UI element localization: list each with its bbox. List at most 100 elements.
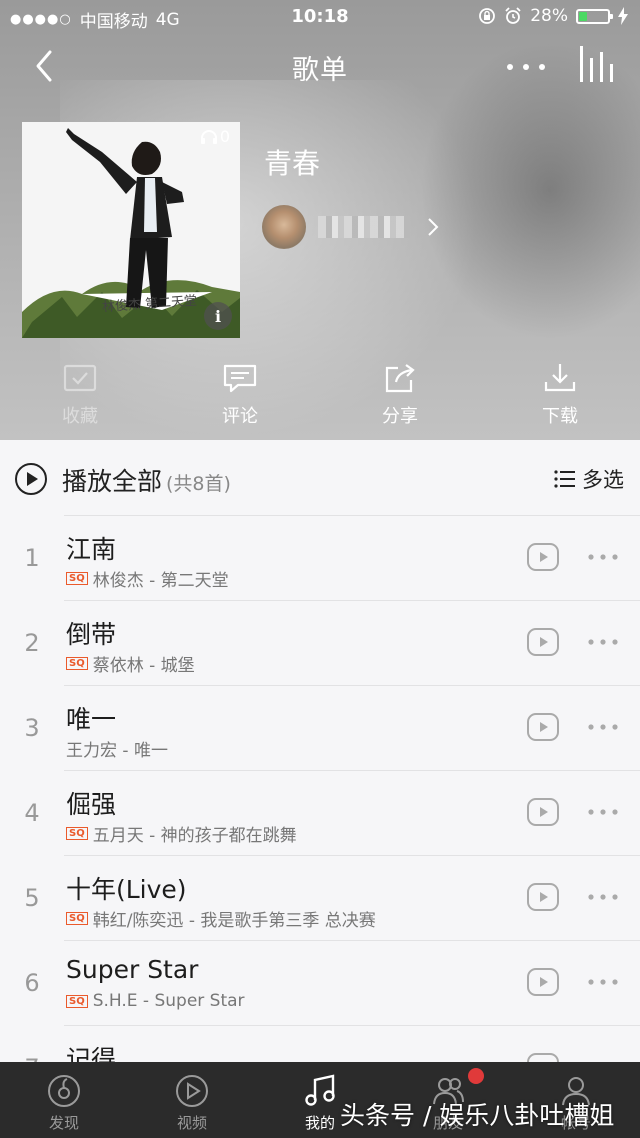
comment-button[interactable]: 评论 xyxy=(180,360,300,436)
more-icon[interactable] xyxy=(586,722,620,732)
song-row[interactable]: 2 倒带 SQ 蔡依林 - 城堡 xyxy=(0,601,640,686)
download-icon xyxy=(544,364,576,392)
sq-badge: SQ xyxy=(66,912,88,925)
song-row[interactable]: 6 Super Star SQ S.H.E - Super Star xyxy=(0,941,640,1026)
song-index: 4 xyxy=(24,799,40,827)
video-play-icon[interactable] xyxy=(527,968,559,996)
play-all-bar: 播放全部 (共8首) 多选 xyxy=(0,440,640,516)
share-label: 分享 xyxy=(382,406,418,427)
song-row[interactable]: 1 江南 SQ 林俊杰 - 第二天堂 xyxy=(0,516,640,601)
more-icon[interactable] xyxy=(586,552,620,562)
song-index: 3 xyxy=(24,714,40,742)
tab-label: 视频 xyxy=(176,1114,207,1132)
comment-label: 评论 xyxy=(222,406,258,427)
playlist-name: 青春 xyxy=(264,147,321,180)
info-icon[interactable]: i xyxy=(204,302,232,330)
song-subtitle: 王力宏 - 唯一 xyxy=(66,736,168,761)
song-artist-album: 林俊杰 - 第二天堂 xyxy=(92,571,229,591)
sq-badge: SQ xyxy=(66,572,88,585)
share-button[interactable]: 分享 xyxy=(340,360,460,436)
multi-select-button[interactable]: 多选 xyxy=(554,464,624,494)
video-play-icon[interactable] xyxy=(527,798,559,826)
song-subtitle: SQ 五月天 - 神的孩子都在跳舞 xyxy=(66,821,297,846)
song-row[interactable]: 7 记得 xyxy=(0,1026,640,1062)
song-list: 1 江南 SQ 林俊杰 - 第二天堂 2 倒带 SQ 蔡依林 - 城堡 3 唯一 王… xyxy=(0,516,640,1062)
more-icon[interactable] xyxy=(586,637,620,647)
song-row[interactable]: 4 倔强 SQ 五月天 - 神的孩子都在跳舞 xyxy=(0,771,640,856)
song-subtitle: SQ 韩红/陈奕迅 - 我是歌手第三季 总决赛 xyxy=(66,906,376,931)
favorite-button[interactable]: 收藏 xyxy=(20,360,140,436)
creator-profile[interactable] xyxy=(262,204,440,250)
song-subtitle: SQ S.H.E - Super Star xyxy=(66,991,245,1011)
headphones-icon xyxy=(200,129,217,144)
more-options-icon[interactable] xyxy=(502,52,550,82)
song-index: 5 xyxy=(24,884,40,912)
song-index: 1 xyxy=(24,544,40,572)
download-button[interactable]: 下载 xyxy=(500,360,620,436)
song-artist-album: 韩红/陈奕迅 - 我是歌手第三季 总决赛 xyxy=(92,911,376,931)
video-icon xyxy=(176,1075,208,1107)
charging-icon xyxy=(618,7,628,25)
multi-select-label: 多选 xyxy=(582,468,624,492)
song-subtitle: SQ 林俊杰 - 第二天堂 xyxy=(66,566,229,591)
playlist-header: ●●●●○ 中国移动 4G 10:18 28% 歌单 0 林俊杰 第二天堂 i … xyxy=(0,0,640,440)
song-artist-album: 五月天 - 神的孩子都在跳舞 xyxy=(92,826,297,846)
song-title: 唯一 xyxy=(66,705,117,734)
comment-icon xyxy=(223,364,257,393)
song-title: 倒带 xyxy=(66,620,117,649)
download-label: 下载 xyxy=(542,406,578,427)
song-row[interactable]: 3 唯一 王力宏 - 唯一 xyxy=(0,686,640,771)
favorite-label: 收藏 xyxy=(62,406,98,427)
play-all-label: 播放全部 xyxy=(62,467,163,496)
more-icon[interactable] xyxy=(586,807,620,817)
tab-video[interactable]: 视频 xyxy=(128,1062,256,1138)
video-play-icon[interactable] xyxy=(527,883,559,911)
video-play-icon[interactable] xyxy=(527,543,559,571)
video-play-icon[interactable] xyxy=(527,1053,559,1062)
sq-badge: SQ xyxy=(66,657,88,670)
song-artist-album: S.H.E - Super Star xyxy=(92,991,245,1011)
sq-badge: SQ xyxy=(66,994,88,1008)
sq-badge: SQ xyxy=(66,827,88,840)
play-all-icon[interactable] xyxy=(14,462,48,496)
playlist-cover[interactable]: 0 林俊杰 第二天堂 i xyxy=(22,122,240,338)
share-icon xyxy=(385,364,415,393)
favorite-check-icon xyxy=(63,364,97,392)
song-artist-album: 蔡依林 - 城堡 xyxy=(92,656,195,676)
play-count: 0 xyxy=(200,127,230,146)
battery-percent: 28% xyxy=(530,6,568,26)
alarm-icon xyxy=(505,7,521,24)
song-artist-album: 王力宏 - 唯一 xyxy=(66,741,168,761)
song-index: 6 xyxy=(24,969,40,997)
notification-badge xyxy=(468,1068,484,1084)
video-play-icon[interactable] xyxy=(527,628,559,656)
video-play-icon[interactable] xyxy=(527,713,559,741)
song-subtitle: SQ 蔡依林 - 城堡 xyxy=(66,651,195,676)
battery-icon xyxy=(576,8,613,24)
now-playing-icon[interactable] xyxy=(574,42,618,86)
song-index: 7 xyxy=(0,1054,64,1062)
avatar xyxy=(262,205,306,249)
play-all-button[interactable]: 播放全部 (共8首) xyxy=(62,462,231,498)
song-row[interactable]: 5 十年(Live) SQ 韩红/陈奕迅 - 我是歌手第三季 总决赛 xyxy=(0,856,640,941)
more-icon[interactable] xyxy=(586,892,620,902)
tab-label: 发现 xyxy=(48,1114,79,1132)
nav-bar: 歌单 xyxy=(0,34,640,98)
song-title: 倔强 xyxy=(66,790,117,819)
discover-icon xyxy=(48,1075,80,1107)
status-bar: ●●●●○ 中国移动 4G 10:18 28% xyxy=(0,0,640,34)
tab-discover[interactable]: 发现 xyxy=(0,1062,128,1138)
list-icon xyxy=(554,470,575,488)
more-icon[interactable] xyxy=(586,977,620,987)
song-count: (共8首) xyxy=(166,473,231,495)
play-count-value: 0 xyxy=(219,127,230,146)
watermark: 头条号 / 娱乐八卦吐槽姐 xyxy=(340,1101,615,1130)
song-title: 记得 xyxy=(66,1045,117,1062)
music-note-icon xyxy=(305,1074,335,1106)
song-title: Super Star xyxy=(66,955,199,984)
song-index: 2 xyxy=(24,629,40,657)
song-title: 十年(Live) xyxy=(66,875,187,904)
action-row: 收藏 评论 分享 下载 xyxy=(0,360,640,436)
creator-name-blurred xyxy=(318,216,410,238)
song-title: 江南 xyxy=(66,535,117,564)
